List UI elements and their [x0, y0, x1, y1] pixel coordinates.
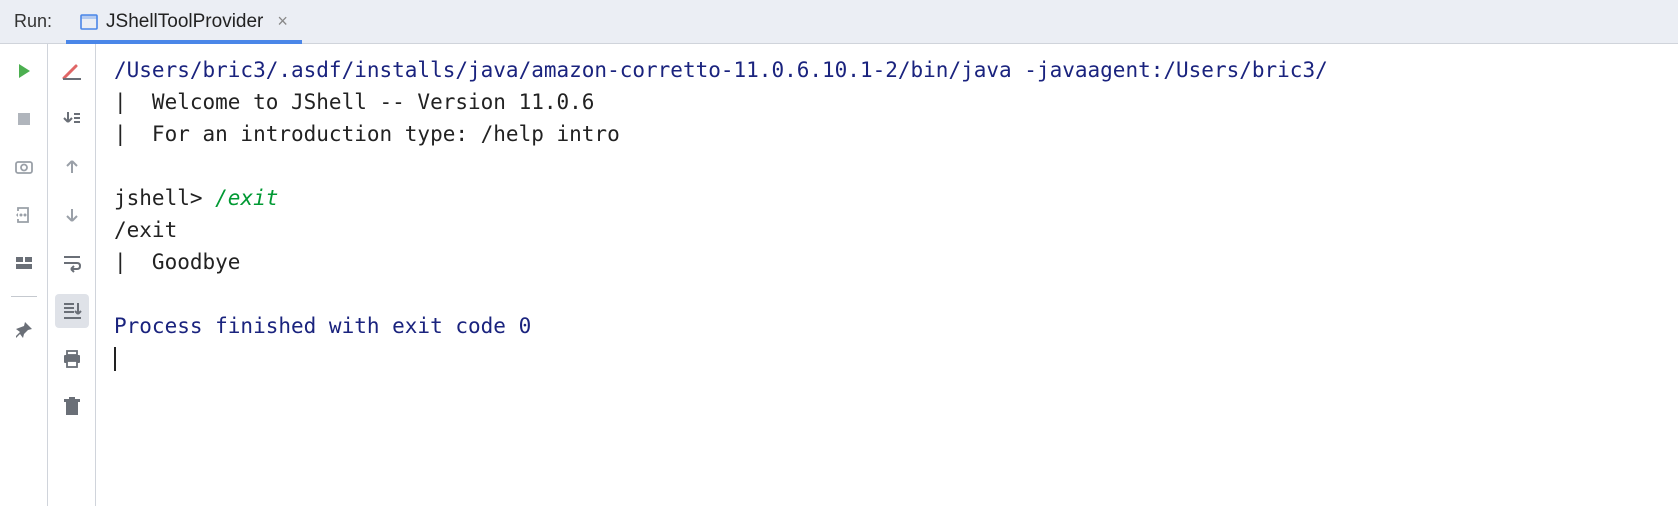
command-line: /Users/bric3/.asdf/installs/java/amazon-…	[114, 58, 1328, 82]
print-button[interactable]	[55, 342, 89, 376]
welcome-line-1: | Welcome to JShell -- Version 11.0.6	[114, 90, 594, 114]
application-icon	[80, 13, 98, 31]
toolbar-divider	[11, 296, 37, 297]
stop-button[interactable]	[7, 102, 41, 136]
echo-line: /exit	[114, 218, 177, 242]
run-tool-header: Run: JShellToolProvider ×	[0, 0, 1678, 44]
entered-command: /exit	[215, 186, 278, 210]
up-button[interactable]	[55, 150, 89, 184]
console-toolbar	[48, 44, 96, 506]
down-button[interactable]	[55, 198, 89, 232]
process-finished: Process finished with exit code 0	[114, 314, 531, 338]
scroll-to-end-button[interactable]	[55, 294, 89, 328]
welcome-line-2: | For an introduction type: /help intro	[114, 122, 620, 146]
cursor	[114, 347, 116, 371]
tab-label: JShellToolProvider	[106, 11, 263, 33]
left-toolbar	[0, 44, 48, 506]
clear-all-button[interactable]	[55, 54, 89, 88]
dump-threads-button[interactable]	[7, 150, 41, 184]
tab-jshelltoolprovider[interactable]: JShellToolProvider ×	[66, 0, 302, 43]
delete-button[interactable]	[55, 390, 89, 424]
goodbye-line: | Goodbye	[114, 250, 240, 274]
jshell-prompt: jshell>	[114, 186, 215, 210]
exit-button[interactable]	[7, 198, 41, 232]
rerun-button[interactable]	[7, 54, 41, 88]
pin-button[interactable]	[7, 313, 41, 347]
console-output[interactable]: /Users/bric3/.asdf/installs/java/amazon-…	[96, 44, 1678, 506]
run-tool-body: /Users/bric3/.asdf/installs/java/amazon-…	[0, 44, 1678, 506]
layout-button[interactable]	[7, 246, 41, 280]
run-label: Run:	[0, 0, 66, 43]
soft-wrap-button[interactable]	[55, 246, 89, 280]
close-icon[interactable]: ×	[277, 11, 288, 32]
down-stack-button[interactable]	[55, 102, 89, 136]
